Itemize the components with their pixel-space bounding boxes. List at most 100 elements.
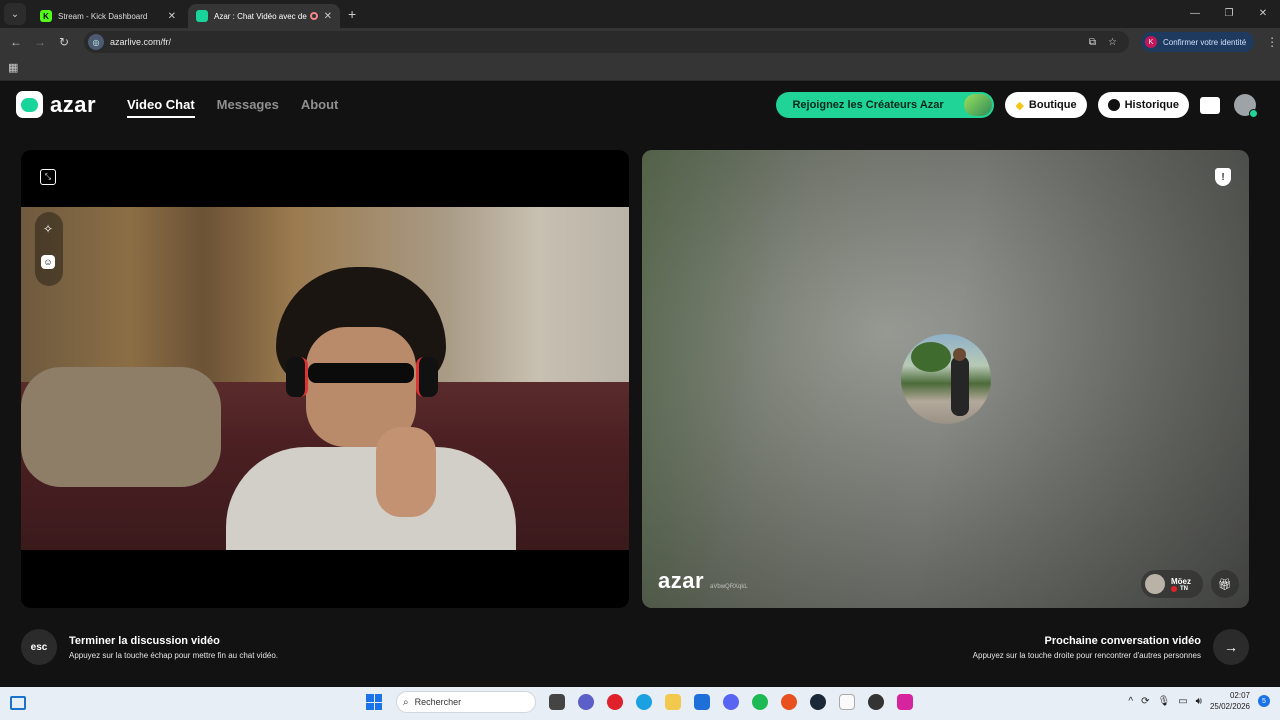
end-chat-control: esc Terminer la discussion vidéo Appuyez… — [21, 629, 278, 665]
user-avatar-icon[interactable] — [1234, 94, 1258, 118]
apps-grid-icon[interactable]: ▦ — [8, 61, 18, 74]
remote-user-country: TN — [1171, 585, 1191, 592]
notification-badge[interactable]: 5 — [1258, 695, 1270, 707]
close-tab-icon[interactable]: ✕ — [168, 11, 176, 22]
tab-azar[interactable]: Azar : Chat Vidéo avec de n ✕ — [188, 4, 340, 28]
end-chat-title: Terminer la discussion vidéo — [69, 634, 220, 647]
next-chat-title: Prochaine conversation vidéo — [1044, 634, 1202, 647]
steam-icon[interactable] — [810, 694, 826, 710]
back-icon[interactable]: ← — [4, 35, 28, 49]
history-button[interactable]: Historique — [1097, 92, 1189, 118]
sync-icon[interactable]: ⟳ — [1141, 696, 1149, 707]
minimize-icon[interactable]: — — [1178, 0, 1212, 28]
widgets-icon[interactable] — [10, 696, 26, 710]
magic-wand-icon[interactable]: ✧ — [40, 221, 56, 237]
tray-chevron-icon[interactable]: ^ — [1128, 696, 1133, 707]
close-window-icon[interactable]: ✕ — [1246, 0, 1280, 28]
network-icon[interactable]: ▭ — [1178, 696, 1187, 707]
remote-user-avatar — [901, 334, 991, 424]
obs-icon[interactable] — [868, 694, 884, 710]
nav-messages[interactable]: Messages — [217, 97, 279, 118]
nav-video-chat[interactable]: Video Chat — [127, 97, 195, 118]
end-chat-subtitle: Appuyez sur la touche échap pour mettre … — [69, 650, 279, 660]
volume-icon[interactable]: 🔊︎ — [1196, 696, 1202, 707]
instagram-icon[interactable] — [897, 694, 913, 710]
microphone-icon[interactable]: 🎙︎ — [1157, 696, 1170, 707]
clock-date: 25/02/2026 — [1209, 702, 1250, 711]
remote-user-mini-avatar — [1145, 574, 1165, 594]
shop-label: Boutique — [1028, 99, 1077, 111]
next-chat-control: Prochaine conversation vidéo Appuyez sur… — [973, 629, 1249, 665]
windows-taskbar: ⌕ Rechercher ^ ⟳ 🎙︎ ▭ 🔊︎ 02:07 25/02/202… — [0, 687, 1280, 720]
tab-title: Stream - Kick Dashboard — [58, 11, 148, 21]
forward-icon[interactable]: → — [28, 35, 52, 49]
gem-icon: ◆ — [1015, 99, 1024, 112]
clock-icon — [1107, 99, 1120, 111]
identity-label: Confirmer votre identité — [1163, 37, 1247, 47]
local-camera-feed — [21, 207, 629, 550]
store-icon[interactable] — [694, 694, 710, 710]
history-label: Historique — [1124, 99, 1179, 111]
restore-icon[interactable]: ❐ — [1212, 0, 1246, 28]
taskbar-search[interactable]: ⌕ Rechercher — [396, 691, 536, 713]
opera-icon[interactable] — [607, 694, 623, 710]
gift-icon[interactable]: 🎁︎ — [1211, 570, 1239, 598]
address-bar[interactable]: ◎ azarlive.com/fr/ ⧉ ☆ — [84, 31, 1129, 53]
confirm-identity-button[interactable]: K Confirmer votre identité — [1141, 32, 1255, 52]
task-view-icon[interactable] — [549, 694, 565, 710]
edge-icon[interactable] — [636, 694, 652, 710]
face-filter-icon[interactable]: ☺ — [41, 255, 55, 269]
bookmark-star-icon[interactable]: ☆ — [1108, 37, 1117, 48]
notepad-icon[interactable] — [839, 694, 855, 710]
search-icon: ⌕ — [403, 696, 409, 708]
remote-user-name: Möez — [1171, 576, 1191, 586]
window-controls: — ❐ ✕ — [1178, 0, 1280, 28]
discord-icon[interactable] — [723, 694, 739, 710]
kick-favicon-icon: K — [40, 10, 52, 22]
site-info-icon[interactable]: ◎ — [88, 34, 104, 50]
esc-button[interactable]: esc — [21, 629, 57, 665]
close-tab-icon[interactable]: ✕ — [324, 11, 332, 22]
main-nav: Video Chat Messages About — [127, 97, 338, 118]
shop-button[interactable]: ◆ Boutique — [1005, 92, 1087, 118]
nav-about[interactable]: About — [301, 97, 339, 118]
game-launcher-icon[interactable] — [781, 694, 797, 710]
azar-logo-icon — [16, 91, 43, 118]
tab-search-menu-icon[interactable]: ⌄ — [4, 3, 26, 25]
system-tray: ^ ⟳ 🎙︎ ▭ 🔊︎ 02:07 25/02/2026 5 — [1128, 690, 1270, 712]
watermark-code: aVbwQRXqkL — [710, 584, 748, 590]
profile-avatar-icon: K — [1145, 36, 1157, 48]
recording-indicator-icon — [309, 12, 318, 20]
next-arrow-button[interactable]: → — [1213, 629, 1249, 665]
join-creators-button[interactable]: Rejoignez les Créateurs Azar — [776, 92, 995, 118]
azar-favicon-icon — [196, 10, 208, 22]
browser-tab-bar: ⌄ K Stream - Kick Dashboard ✕ Azar : Cha… — [0, 0, 1280, 28]
site-header: azar Video Chat Messages About Rejoignez… — [0, 81, 1280, 129]
teams-icon[interactable] — [578, 694, 594, 710]
remote-user-chip[interactable]: Möez TN — [1141, 570, 1203, 598]
browser-menu-icon[interactable]: ⋮ — [1266, 35, 1278, 49]
tunisia-flag-icon — [1171, 585, 1177, 592]
header-actions: Rejoignez les Créateurs Azar ◆ Boutique … — [776, 92, 1258, 118]
logo-text: azar — [50, 91, 97, 117]
minimize-video-icon[interactable]: ⤡ — [40, 169, 56, 185]
report-shield-icon[interactable]: ! — [1215, 168, 1231, 186]
browser-toolbar: ← → ↻ ◎ azarlive.com/fr/ ⧉ ☆ K Confirmer… — [0, 28, 1280, 56]
file-explorer-icon[interactable] — [665, 694, 681, 710]
install-app-icon[interactable]: ⧉ — [1089, 37, 1096, 48]
azar-logo[interactable]: azar — [16, 91, 96, 118]
creators-badge-icon — [964, 94, 993, 116]
azar-page: azar Video Chat Messages About Rejoignez… — [0, 81, 1280, 687]
new-tab-button[interactable]: + — [348, 6, 356, 22]
search-placeholder: Rechercher — [414, 697, 462, 707]
reload-icon[interactable]: ↻ — [52, 35, 76, 49]
tab-title: Azar : Chat Vidéo avec de n — [214, 11, 307, 21]
inbox-icon[interactable] — [1200, 96, 1220, 114]
tab-kick-dashboard[interactable]: K Stream - Kick Dashboard ✕ — [32, 4, 184, 28]
watermark-brand: azar — [658, 568, 705, 593]
url-text[interactable]: azarlive.com/fr/ — [110, 37, 171, 47]
bookmarks-bar: ▦ — [0, 56, 1280, 81]
taskbar-clock[interactable]: 02:07 25/02/2026 — [1210, 690, 1250, 712]
spotify-icon[interactable] — [752, 694, 768, 710]
start-windows-icon[interactable] — [366, 694, 382, 710]
